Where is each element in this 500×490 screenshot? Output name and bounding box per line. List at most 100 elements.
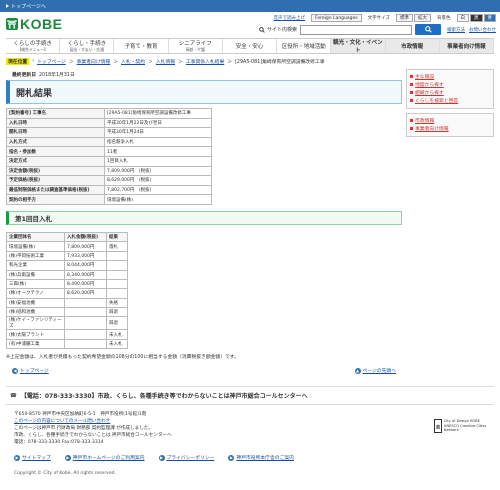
top-page-link[interactable]: トップページへ (6, 3, 46, 10)
bg-black-button[interactable]: 黒 (470, 14, 483, 22)
bid-cell: (株)兵衛設備 (6, 269, 65, 280)
bid-cell: 7,809,000円 (64, 241, 107, 252)
info-key: 最低制限価格または調査基準価格(税抜) (6, 184, 105, 196)
nav-item-tourism[interactable]: 観光・文化・イベント (331, 39, 386, 54)
foreign-languages-button[interactable]: Foreign Languages (310, 14, 362, 22)
nav-item-ward[interactable]: 区役所・地域活動 (277, 39, 332, 53)
nav-item-menu[interactable]: くらしの手続き 【総合メニュー】 (6, 39, 61, 53)
up-arrow-icon: ▲ (354, 367, 361, 374)
utility-bar: 音声で読み上げ Foreign Languages 文字サイズ 標準 拡大 背景色… (273, 14, 496, 22)
bg-white-button[interactable]: 白 (456, 14, 469, 22)
bg-color-label: 背景色 (437, 16, 451, 21)
mail-contact-link[interactable]: このページの内容についてのメール問い合わせ (14, 419, 110, 424)
kobe-emblem-icon: ⛩ (6, 18, 18, 30)
prev-link[interactable]: ◀ トップページ (12, 367, 49, 374)
bid-cell: 辞退 (106, 316, 128, 331)
sidebar-item[interactable]: くらしを検索と回答 (410, 97, 490, 104)
bid-cell (64, 338, 107, 350)
nav-item-childcare[interactable]: 子育て・教育 (114, 39, 169, 53)
nav-item-city-info[interactable]: 市政情報 (385, 39, 440, 53)
bg-blue-button[interactable]: 青 (483, 14, 496, 22)
sidebar-item[interactable]: 市政情報 (410, 117, 490, 124)
info-key: 入札方式 (6, 136, 105, 148)
search-button[interactable] (415, 24, 441, 35)
bid-cell: 環境設備(株) (6, 241, 65, 252)
search-icon (424, 26, 432, 33)
bid-cell: 辞退 (106, 307, 128, 318)
nav-item-safety[interactable]: 安全・安心 (223, 39, 278, 53)
nav-item-living[interactable]: くらし・手続き 届出・すまい・交通 (60, 39, 115, 53)
info-value: 環境設備(株) (104, 194, 212, 205)
bid-row: 三興(株) 8,490,000円 (6, 278, 128, 290)
bid-row: (株)平岡技術工業 7,933,000円 (6, 250, 128, 262)
info-value: 7,802,700円 (税抜) (104, 184, 212, 196)
search-input[interactable] (300, 24, 412, 35)
font-size-label: 文字サイズ (367, 16, 390, 21)
bid-cell: 和光企業 (6, 260, 65, 271)
kobe-logo[interactable]: ⛩ KOBE (6, 16, 62, 32)
info-value: 11者 (104, 146, 212, 157)
info-row: [契約番号] 工事名 [29A5-081]角崎保育所空調設備改修工事 (6, 108, 212, 119)
call-center-bar: ☎ 【電話：078-333-3330】市政、くらし、各種手続き等でわからないことは… (6, 386, 494, 405)
footer-link-sitemap[interactable]: ▶ サイトマップ (14, 454, 51, 461)
nav-item-business[interactable]: 事業者向け情報 (439, 39, 494, 53)
sidebar-item-label: 主な施設 (415, 75, 435, 80)
bid-cell (106, 260, 128, 271)
round-heading: 第1回目入札 (6, 210, 402, 225)
bid-cell: 未入札 (106, 329, 128, 340)
listen-link[interactable]: 音声で読み上げ (273, 15, 305, 21)
bid-cell: (有)中浦醸工業 (6, 338, 65, 350)
page-top-link[interactable]: ▲ ページの先頭へ (354, 367, 396, 374)
footer-link-guide[interactable]: ▶ 神戸市ホームページのご利用案内 (64, 454, 145, 461)
bid-cell: 失格 (106, 297, 128, 309)
breadcrumb-here-label: 現在位置 (6, 58, 30, 65)
author-text: このページは神戸市 行財政局 財務部 契約監理課 が作成しました。 (14, 426, 153, 431)
info-value: 1回目入札 (104, 155, 212, 167)
bid-cell: 落札 (106, 241, 128, 252)
nav-item-senior[interactable]: シニアライフ 高齢・介護 (169, 39, 223, 53)
bid-header-cell: 入札金額(税抜) (64, 231, 107, 243)
search-method-link[interactable]: 検索方法 (447, 27, 465, 33)
sidebar-item[interactable]: 組織から探す (410, 89, 490, 96)
search-icon (259, 26, 265, 33)
prev-arrow-icon: ◀ (12, 367, 18, 374)
bid-header-cell: 結果 (106, 231, 128, 243)
breadcrumb-results[interactable]: 工事関係入札結果 (186, 58, 224, 65)
bullet-icon (410, 75, 413, 78)
font-large-button[interactable]: 拡大 (414, 14, 431, 22)
arrow-icon (6, 4, 9, 8)
bid-cell: 7,933,000円 (64, 250, 107, 262)
footer-link-office[interactable]: ▶ 神戸市役所本庁舎のご案内 (228, 454, 294, 461)
bid-cell (106, 278, 128, 290)
breadcrumb-contract[interactable]: 入札・契約 (121, 58, 145, 65)
sidebar-item[interactable]: 事業者向け情報 (410, 125, 490, 132)
call-center-link[interactable]: 市政、くらし、各種手続きでわからないことは 神戸市総合コールセンターへ (14, 433, 172, 438)
bid-row: 和光企業 8,044,000円 (6, 260, 128, 271)
info-row: 決定方式 1回目入札 (6, 155, 212, 167)
breadcrumb-bid-info[interactable]: 入札情報 (156, 58, 175, 65)
search-label: サイト内検索 (259, 26, 297, 33)
unesco-logo: 🏛 City of Design KOBE UNESCO Creative Cit… (434, 413, 490, 439)
sidebar-item[interactable]: 主な施設 (410, 73, 490, 80)
bid-row: (株)兵衛設備 8,340,000円 (6, 269, 128, 280)
page-nav: ◀ トップページ ▲ ページの先頭へ (6, 367, 402, 374)
page-title: 開札結果 (6, 80, 402, 104)
info-key: 指名・参加数 (6, 146, 105, 157)
breadcrumb-top[interactable]: トップページ (37, 58, 66, 65)
sidebar-item-label: 地図から探す (415, 83, 444, 88)
call-center-text: 【電話：078-333-3330】市政、くらし、各種手続き等でわからないことは神… (20, 393, 308, 400)
info-value: 平成30年1月22日及び翌日 (104, 117, 212, 129)
global-nav: くらしの手続き 【総合メニュー】 くらし・手続き 届出・すまい・交通 子育て・教育 … (6, 38, 494, 54)
info-row: 契約の相手方 環境設備(株) (6, 194, 212, 205)
bid-row: (株)ケイ・ファシリティーズ 辞退 (6, 316, 128, 331)
breadcrumb-current: [29A5-081]角崎保育所空調設備改修工事 (235, 60, 325, 65)
bid-header-cell: 企業団体名 (6, 231, 65, 243)
footer-link-privacy[interactable]: ▶ プライバシーポリシー (158, 454, 214, 461)
breadcrumb-business[interactable]: 事業者向け情報 (77, 58, 111, 65)
bid-row: (株)太陽プラント 未入札 (6, 329, 128, 340)
info-key: 入札日時 (6, 117, 105, 129)
contact-link[interactable]: お問い合わせ (469, 27, 496, 33)
bid-row: (株)安福池機 失格 (6, 297, 128, 309)
sidebar-item[interactable]: 地図から探す (410, 81, 490, 88)
font-standard-button[interactable]: 標準 (396, 14, 413, 22)
